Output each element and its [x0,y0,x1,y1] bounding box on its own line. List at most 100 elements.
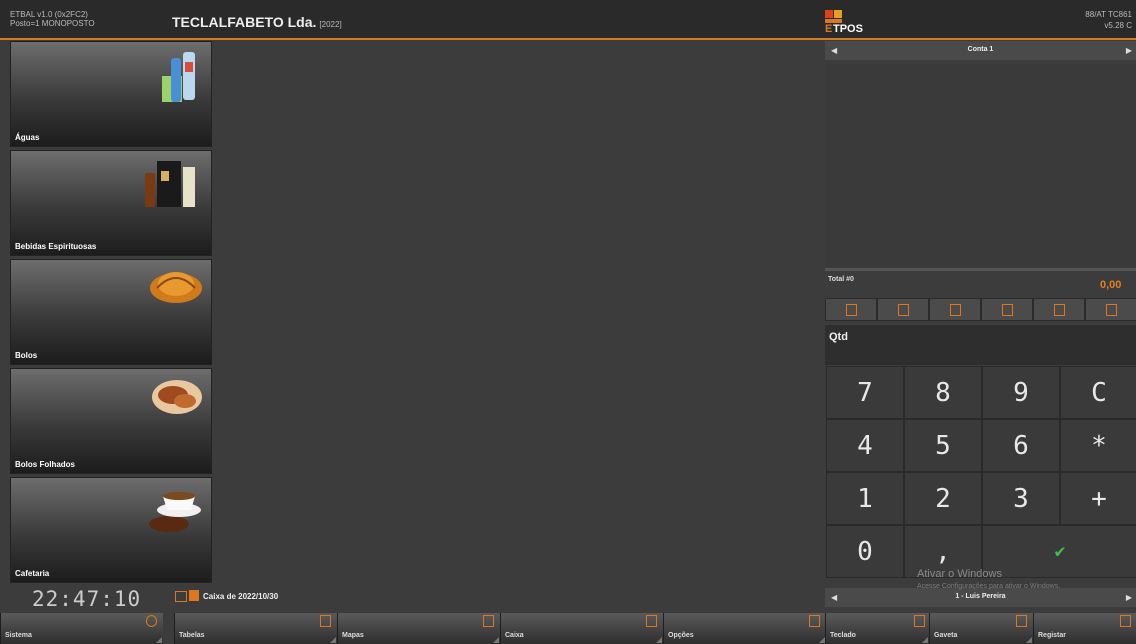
company-title: TECLALFABETO Lda. [172,14,317,30]
total-label: Total #0 [828,276,854,283]
nav-label: Mapas [342,632,364,639]
cancel-line-icon [950,304,961,316]
quantity-display: Qtd [825,325,1136,365]
category-aguas[interactable]: Águas [10,41,212,147]
cash-icon [646,615,657,627]
nav-label: Registar [1038,632,1067,639]
user-selector[interactable]: ◀ 1 - Luis Pereira ▶ [825,588,1136,607]
windows-watermark-text: Acesse Configurações para ativar o Windo… [917,583,1061,590]
key-confirm[interactable]: ✔ [982,525,1136,578]
key-5[interactable]: 5 [904,419,982,472]
nav-label: Opções [668,632,694,639]
transfer-icon [1054,304,1065,316]
category-label: Bebidas Espirituosas [15,242,97,251]
category-label: Bolos Folhados [15,460,75,469]
nav-registar[interactable]: Registar [1033,613,1136,644]
corner-mark [656,637,662,643]
total-separator [825,268,1136,271]
undo-icon [898,304,909,316]
caixa-date: Caixa de 2022/10/30 [203,592,279,601]
liquor-bottles-image [145,161,195,207]
keyboard-icon [914,615,925,627]
category-bebidas-espirituosas[interactable]: Bebidas Espirituosas [10,150,212,256]
key-0[interactable]: 0 [826,525,904,578]
category-cafetaria[interactable]: Cafetaria [10,477,212,583]
nav-label: Tabelas [179,632,205,639]
svg-text:E: E [825,23,832,34]
key-multiply[interactable]: * [1060,419,1136,472]
user-label: 1 - Luis Pereira [955,593,1006,600]
key-8[interactable]: 8 [904,366,982,419]
certificate-info: 88/AT TC861 [1085,10,1132,19]
order-lines[interactable] [825,64,1136,266]
water-bottles-image [162,52,195,102]
split-icon [1106,304,1117,316]
category-bolos-folhados[interactable]: Bolos Folhados [10,368,212,474]
quantity-label: Qtd [829,331,848,343]
key-9[interactable]: 9 [982,366,1060,419]
next-account-button[interactable]: ▶ [1126,46,1132,55]
next-user-button[interactable]: ▶ [1126,593,1132,602]
corner-mark [493,637,499,643]
post-info: Posto=1 MONOPOSTO [10,19,95,28]
pastry-image [152,380,202,414]
key-2[interactable]: 2 [904,472,982,525]
monitor-icon [175,591,187,602]
transfer-button[interactable] [1033,298,1085,321]
top-header [0,0,1136,38]
nav-gaveta[interactable]: Gaveta [929,613,1033,644]
order-actions [825,298,1136,321]
corner-mark [922,637,928,643]
header-accent-line [0,38,825,40]
croissant-image [150,272,202,303]
account-selector[interactable]: ◀ Conta 1 ▶ [825,41,1136,60]
document-icon [846,304,857,316]
key-4[interactable]: 4 [826,419,904,472]
key-3[interactable]: 3 [982,472,1060,525]
nav-sistema[interactable]: Sistema [0,613,163,644]
nav-label: Gaveta [934,632,958,639]
calendar-icon [189,590,199,601]
category-label: Cafetaria [15,569,50,578]
account-label: Conta 1 [967,46,994,53]
nav-tabelas[interactable]: Tabelas [174,613,337,644]
corner-mark [330,637,336,643]
print-button[interactable] [981,298,1033,321]
key-7[interactable]: 7 [826,366,904,419]
coffee-cup-image [149,492,201,532]
total-value: 0,00 [1100,279,1122,291]
company-year: [2022] [319,20,342,29]
category-label: Bolos [15,351,38,360]
etpos-logo: E TPOS [825,10,863,34]
maps-icon [483,615,494,627]
undo-button[interactable] [877,298,929,321]
split-button[interactable] [1085,298,1136,321]
key-6[interactable]: 6 [982,419,1060,472]
category-bolos[interactable]: Bolos [10,259,212,365]
document-button[interactable] [825,298,877,321]
nav-caixa[interactable]: Caixa [500,613,663,644]
category-label: Águas [15,133,40,142]
key-clear[interactable]: C [1060,366,1136,419]
nav-mapas[interactable]: Mapas [337,613,500,644]
drawer-icon [1016,615,1027,627]
corner-mark [156,637,162,643]
clock: 22:47:10 [32,587,142,611]
version-info: v5.28 C [1104,21,1132,30]
nav-opcoes[interactable]: Opções [663,613,826,644]
app-version: ETBAL v1.0 (0x2FC2) [10,10,88,19]
key-1[interactable]: 1 [826,472,904,525]
nav-teclado[interactable]: Teclado [825,613,929,644]
cancel-line-button[interactable] [929,298,981,321]
print-icon [1002,304,1013,316]
key-plus[interactable]: + [1060,472,1136,525]
nav-label: Caixa [505,632,524,639]
nav-label: Sistema [5,632,32,639]
corner-mark [1026,637,1032,643]
register-icon [1120,615,1131,627]
header-accent-line-right [825,38,1136,40]
company-name: TECLALFABETO Lda. [2022] [172,14,342,30]
tables-icon [320,615,331,627]
grid-icon [809,615,820,627]
gear-icon [146,615,157,627]
